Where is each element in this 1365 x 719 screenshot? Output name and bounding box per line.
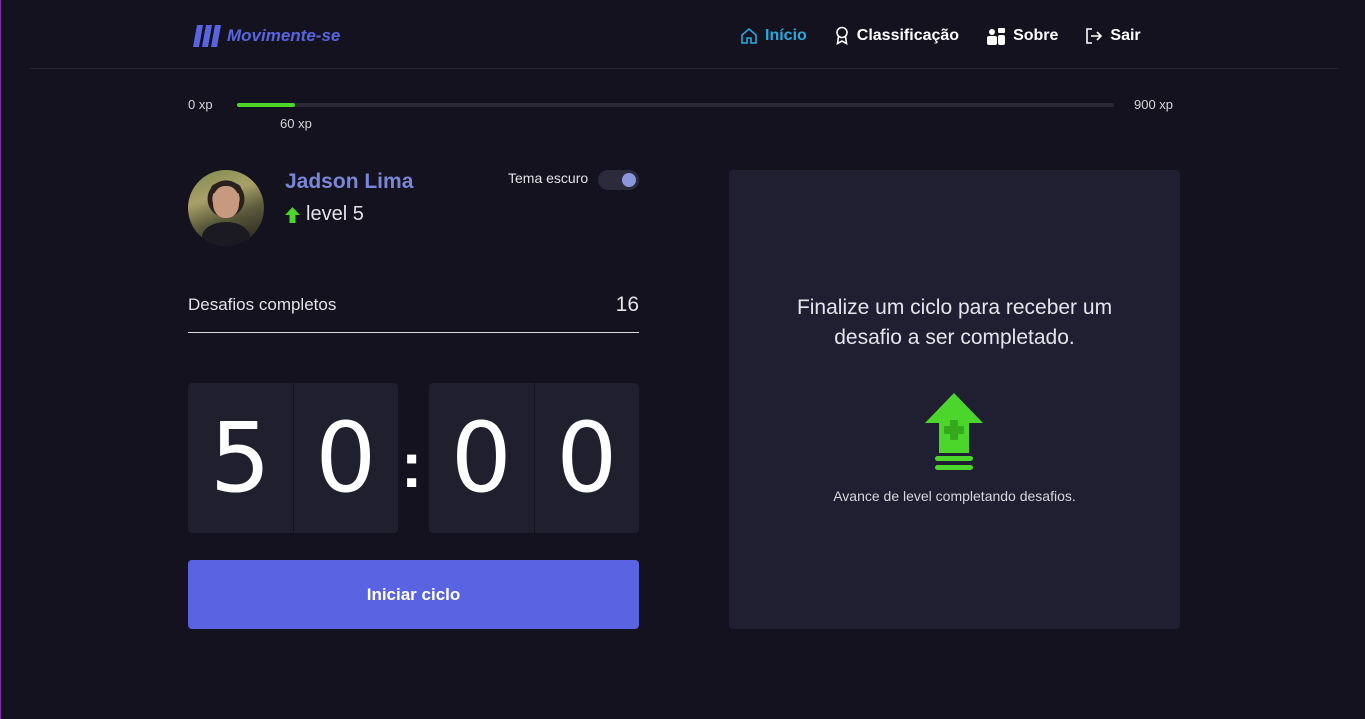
logo-icon <box>193 25 221 47</box>
nav-label-classificacao: Classificação <box>856 26 960 44</box>
challenge-panel: Finalize um ciclo para receber um desafi… <box>729 170 1180 629</box>
countdown-second-ones: 0 <box>533 383 640 533</box>
theme-toggle-knob <box>622 173 636 187</box>
logo[interactable]: Movimente-se <box>193 25 340 47</box>
completed-challenges-count: 16 <box>615 293 639 316</box>
user-name: Jadson Lima <box>285 170 414 193</box>
people-icon <box>987 27 1006 45</box>
countdown-separator: : <box>401 429 423 501</box>
user-level-label: level 5 <box>306 203 364 225</box>
nav-item-sobre[interactable]: Sobre <box>986 27 1058 45</box>
logout-icon <box>1086 27 1103 44</box>
xp-progress-fill <box>237 103 296 107</box>
theme-toggle-label: Tema escuro <box>508 170 589 186</box>
completed-challenges-label: Desafios completos <box>188 295 337 314</box>
completed-challenges: Desafios completos 16 <box>188 280 639 333</box>
avatar <box>188 170 264 246</box>
level-up-arrow-icon <box>285 206 300 223</box>
countdown-second-tens: 0 <box>450 402 512 514</box>
countdown: 5 0 : 0 0 <box>188 383 639 533</box>
challenge-panel-description: Avance de level completando desafios. <box>833 488 1076 504</box>
user-level: level 5 <box>285 203 364 226</box>
countdown-minute-ones: 0 <box>292 383 399 533</box>
countdown-seconds: 0 0 <box>429 383 639 533</box>
xp-current-label: 60 xp <box>280 116 312 131</box>
theme-toggle[interactable] <box>598 170 639 190</box>
countdown-minute-tens: 5 <box>209 402 271 514</box>
xp-max-label: 900 xp <box>1134 97 1174 112</box>
nav-label-sair: Sair <box>1110 26 1141 44</box>
challenge-panel-title: Finalize um ciclo para receber um desafi… <box>796 296 1113 349</box>
nav-item-classificacao[interactable]: Classificação <box>834 26 959 45</box>
nav-label-inicio: Início <box>765 26 807 44</box>
main-nav: Início Classificação Sobre Sair <box>740 26 1168 45</box>
nav-label-sobre: Sobre <box>1013 26 1059 44</box>
xp-min-label: 0 xp <box>188 97 213 112</box>
countdown-minutes: 5 0 <box>188 383 398 533</box>
nav-item-sair[interactable]: Sair <box>1085 26 1141 45</box>
home-icon <box>741 27 757 44</box>
level-up-icon <box>925 393 983 470</box>
start-cycle-button[interactable]: Iniciar ciclo <box>188 560 639 629</box>
nav-item-inicio[interactable]: Início <box>740 27 807 45</box>
logo-text: Movimente-se <box>227 26 341 45</box>
award-icon <box>835 26 848 45</box>
xp-progress-bar <box>237 103 1114 107</box>
